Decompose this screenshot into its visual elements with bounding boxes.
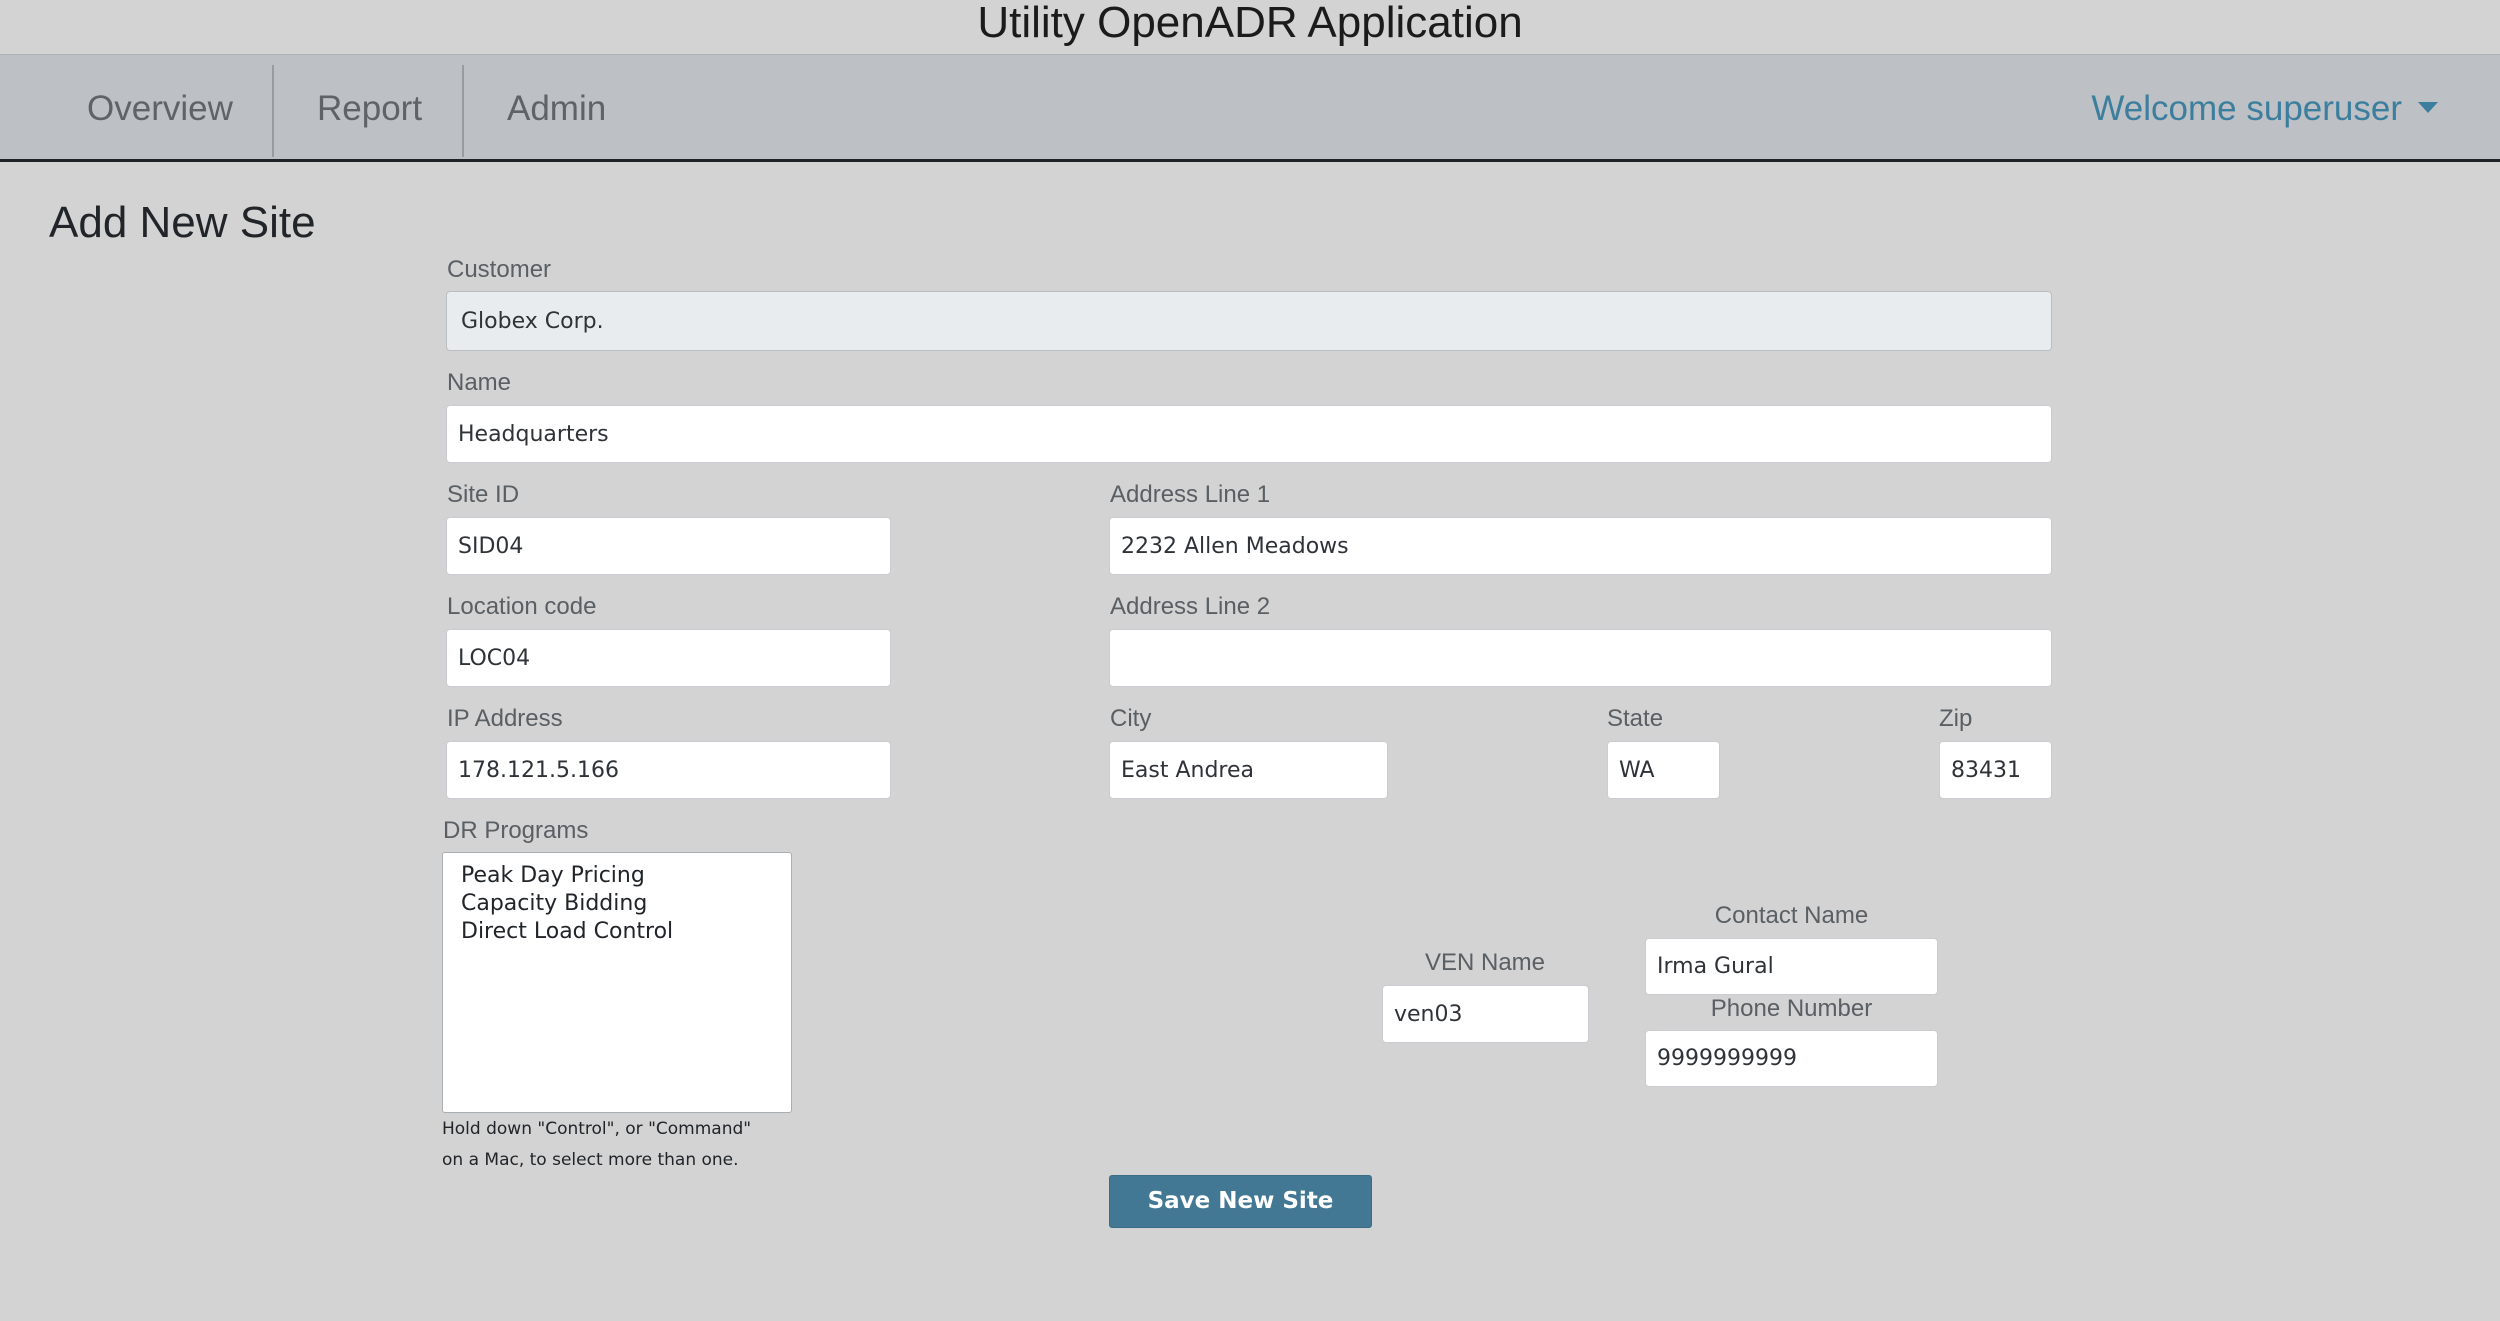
name-field[interactable] [446, 405, 2052, 463]
state-field[interactable] [1607, 741, 1720, 799]
zip-field[interactable] [1939, 741, 2052, 799]
page-title: Add New Site [49, 198, 316, 247]
address-line-2-label: Address Line 2 [1110, 593, 1271, 620]
address-line-2-field[interactable] [1109, 629, 2052, 687]
nav-overview[interactable]: Overview [44, 65, 276, 153]
location-code-field[interactable] [446, 629, 891, 687]
app-title: Utility OpenADR Application [977, 0, 1523, 47]
dr-program-option[interactable]: Capacity Bidding [461, 890, 791, 918]
ip-address-field[interactable] [446, 741, 891, 799]
dr-programs-help-line-2: on a Mac, to select more than one. [442, 1150, 739, 1170]
ven-name-field[interactable] [1382, 985, 1589, 1043]
ven-name-label: VEN Name [1424, 949, 1546, 976]
address-line-1-field[interactable] [1109, 517, 2052, 575]
dr-programs-select[interactable]: Peak Day Pricing Capacity Bidding Direct… [442, 852, 792, 1113]
nav-report[interactable]: Report [274, 65, 465, 153]
site-id-field[interactable] [446, 517, 891, 575]
user-menu[interactable]: Welcome superuser [2091, 65, 2438, 153]
city-field[interactable] [1109, 741, 1388, 799]
city-label: City [1110, 705, 1152, 732]
nav-admin[interactable]: Admin [464, 65, 649, 153]
dr-program-option[interactable]: Peak Day Pricing [461, 862, 791, 890]
dr-program-option[interactable]: Direct Load Control [461, 918, 791, 946]
customer-field [446, 291, 2052, 351]
save-new-site-button[interactable]: Save New Site [1109, 1175, 1372, 1228]
top-navbar: Overview Report Admin Welcome superuser [0, 54, 2500, 162]
name-label: Name [447, 369, 512, 396]
dr-programs-label: DR Programs [443, 817, 589, 844]
contact-name-label: Contact Name [1714, 902, 1869, 929]
phone-number-label: Phone Number [1710, 995, 1873, 1022]
dr-programs-help-line-1: Hold down "Control", or "Command" [442, 1119, 752, 1139]
contact-name-field[interactable] [1645, 938, 1938, 995]
welcome-text: Welcome superuser [2091, 89, 2402, 128]
state-label: State [1607, 705, 1664, 732]
address-line-1-label: Address Line 1 [1110, 481, 1271, 508]
location-code-label: Location code [447, 593, 597, 620]
site-id-label: Site ID [447, 481, 520, 508]
caret-down-icon [2418, 102, 2438, 114]
customer-label: Customer [447, 256, 552, 283]
ip-address-label: IP Address [447, 705, 563, 732]
zip-label: Zip [1939, 705, 1973, 732]
phone-number-field[interactable] [1645, 1030, 1938, 1087]
